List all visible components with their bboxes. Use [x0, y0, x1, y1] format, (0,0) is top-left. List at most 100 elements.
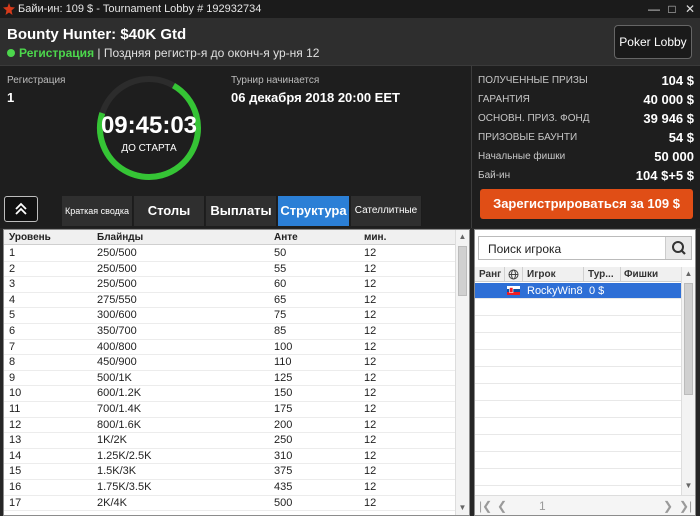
- late-registration-note: | Поздняя регистр-я до оконч-я ур-ня 12: [97, 46, 320, 60]
- blinds-cell: 800/1.6K: [97, 418, 142, 431]
- player-search-placeholder[interactable]: Поиск игрока: [488, 242, 561, 256]
- table-row: 13 1K/2K 250 12: [4, 433, 456, 449]
- title-bar: Байи-ин: 109 $ - Tournament Lobby # 1929…: [0, 0, 700, 18]
- prize-value: 104 $: [661, 73, 694, 88]
- poker-lobby-button[interactable]: Poker Lobby: [614, 25, 692, 59]
- previous-page-icon[interactable]: ❮: [497, 499, 507, 513]
- tab-tables[interactable]: Столы: [134, 196, 205, 226]
- tab-payouts[interactable]: Выплаты: [206, 196, 277, 226]
- prize-label: ПРИЗОВЫЕ БАУНТИ: [478, 132, 578, 143]
- blinds-cell: 250/500: [97, 262, 137, 275]
- column-header-rank[interactable]: Ранг: [479, 269, 501, 280]
- player-row[interactable]: RockyWin8: 0 $: [475, 283, 681, 299]
- column-header-player[interactable]: Игрок: [527, 269, 556, 280]
- minutes-cell: 12: [364, 324, 377, 337]
- player-search-field[interactable]: Поиск игрока: [478, 236, 692, 260]
- level-cell: 4: [9, 293, 16, 306]
- window-title: Байи-ин: 109 $ - Tournament Lobby # 1929…: [18, 3, 262, 15]
- close-icon[interactable]: ✕: [682, 0, 698, 18]
- player-bounty: 0 $: [589, 285, 605, 297]
- column-header-chips[interactable]: Фишки: [624, 269, 658, 280]
- register-button[interactable]: Зарегистрироваться за 109 $: [480, 189, 693, 219]
- ante-cell: 500: [274, 496, 293, 509]
- prize-row: ОСНОВН. ПРИЗ. ФОНД 39 946 $: [478, 110, 694, 129]
- list-item: [475, 402, 681, 418]
- column-header-ante[interactable]: Анте: [274, 232, 298, 243]
- collapse-button[interactable]: [4, 196, 38, 222]
- ante-cell: 310: [274, 449, 293, 462]
- minutes-cell: 12: [364, 480, 377, 493]
- players-pager: |❮ ❮ 1 ❯ ❯|: [475, 495, 695, 515]
- players-scrollbar[interactable]: ▲ ▼: [681, 267, 695, 495]
- search-button[interactable]: [665, 237, 691, 259]
- tournament-header: Bounty Hunter: $40K Gtd Регистрация | По…: [0, 18, 700, 66]
- blinds-cell: 1.5K/3K: [97, 465, 137, 478]
- minimize-icon[interactable]: —: [646, 0, 662, 18]
- level-cell: 2: [9, 262, 16, 275]
- column-header-blinds[interactable]: Блайнды: [97, 232, 143, 243]
- structure-table-header: Уровень Блайнды Анте мин.: [4, 230, 456, 245]
- next-page-icon[interactable]: ❯: [663, 499, 673, 513]
- blinds-cell: 250/500: [97, 247, 137, 259]
- status-label: Регистрация: [19, 46, 95, 60]
- scroll-up-icon[interactable]: ▲: [456, 230, 469, 244]
- structure-scrollbar[interactable]: ▲ ▼: [455, 230, 469, 515]
- column-header-bounty[interactable]: Тур...: [588, 269, 614, 280]
- scroll-down-icon[interactable]: ▼: [682, 479, 695, 493]
- scroll-down-icon[interactable]: ▼: [456, 501, 469, 515]
- level-cell: 8: [9, 356, 16, 369]
- table-row: 9 500/1K 125 12: [4, 371, 456, 387]
- table-row: 1 250/500 50 12: [4, 246, 456, 262]
- scroll-thumb[interactable]: [458, 246, 467, 296]
- ante-cell: 110: [274, 356, 292, 369]
- countdown-label: ДО СТАРТА: [121, 143, 177, 154]
- level-cell: 12: [9, 418, 22, 431]
- list-item: [475, 470, 681, 486]
- table-row: 15 1.5K/3K 375 12: [4, 464, 456, 480]
- table-row: 11 700/1.4K 175 12: [4, 402, 456, 418]
- level-cell: 16: [9, 480, 22, 493]
- players-table-header: Ранг Игрок Тур... Фишки: [475, 267, 681, 282]
- ante-cell: 125: [274, 371, 293, 384]
- level-cell: 7: [9, 340, 16, 353]
- first-page-icon[interactable]: |❮: [479, 499, 492, 513]
- scroll-thumb[interactable]: [684, 283, 693, 395]
- maximize-icon[interactable]: □: [664, 0, 680, 18]
- registration-label: Регистрация: [7, 75, 66, 86]
- prize-label: ГАРАНТИЯ: [478, 94, 530, 105]
- countdown-timer: 09:45:03 ДО СТАРТА: [95, 74, 203, 182]
- table-row: 12 800/1.6K 200 12: [4, 418, 456, 434]
- globe-icon[interactable]: [508, 269, 519, 280]
- tab-satellites[interactable]: Сателлитные: [351, 196, 422, 226]
- prize-row: Начальные фишки 50 000: [478, 148, 694, 167]
- prize-info-list: ПОЛУЧЕННЫЕ ПРИЗЫ 104 $ ГАРАНТИЯ 40 000 $ О…: [478, 72, 694, 186]
- ante-cell: 200: [274, 418, 293, 431]
- column-divider: [522, 267, 523, 282]
- start-label: Турнир начинается: [231, 75, 320, 86]
- level-cell: 6: [9, 324, 16, 337]
- blinds-cell: 1.75K/3.5K: [97, 480, 152, 493]
- scroll-up-icon[interactable]: ▲: [682, 267, 695, 281]
- double-chevron-up-icon: [15, 202, 27, 215]
- list-item: [475, 419, 681, 435]
- list-item: [475, 385, 681, 401]
- prize-value: 40 000 $: [643, 92, 694, 107]
- page-number: 1: [539, 499, 546, 513]
- tab-structure[interactable]: Структура: [278, 196, 350, 226]
- ante-cell: 250: [274, 434, 293, 447]
- column-header-minutes[interactable]: мин.: [364, 232, 386, 243]
- minutes-cell: 12: [364, 340, 377, 353]
- list-item: [475, 351, 681, 367]
- blinds-cell: 250/500: [97, 278, 137, 291]
- blinds-cell: 700/1.4K: [97, 402, 142, 415]
- level-cell: 10: [9, 387, 22, 400]
- start-datetime: 06 декабря 2018 20:00 EET: [231, 90, 400, 105]
- minutes-cell: 12: [364, 371, 377, 384]
- tab-summary[interactable]: Краткая сводка: [62, 196, 133, 226]
- level-cell: 9: [9, 371, 16, 384]
- ante-cell: 60: [274, 278, 287, 291]
- column-header-level[interactable]: Уровень: [9, 232, 51, 243]
- last-page-icon[interactable]: ❯|: [679, 499, 692, 513]
- prize-row: ГАРАНТИЯ 40 000 $: [478, 91, 694, 110]
- table-row: 10 600/1.2K 150 12: [4, 386, 456, 402]
